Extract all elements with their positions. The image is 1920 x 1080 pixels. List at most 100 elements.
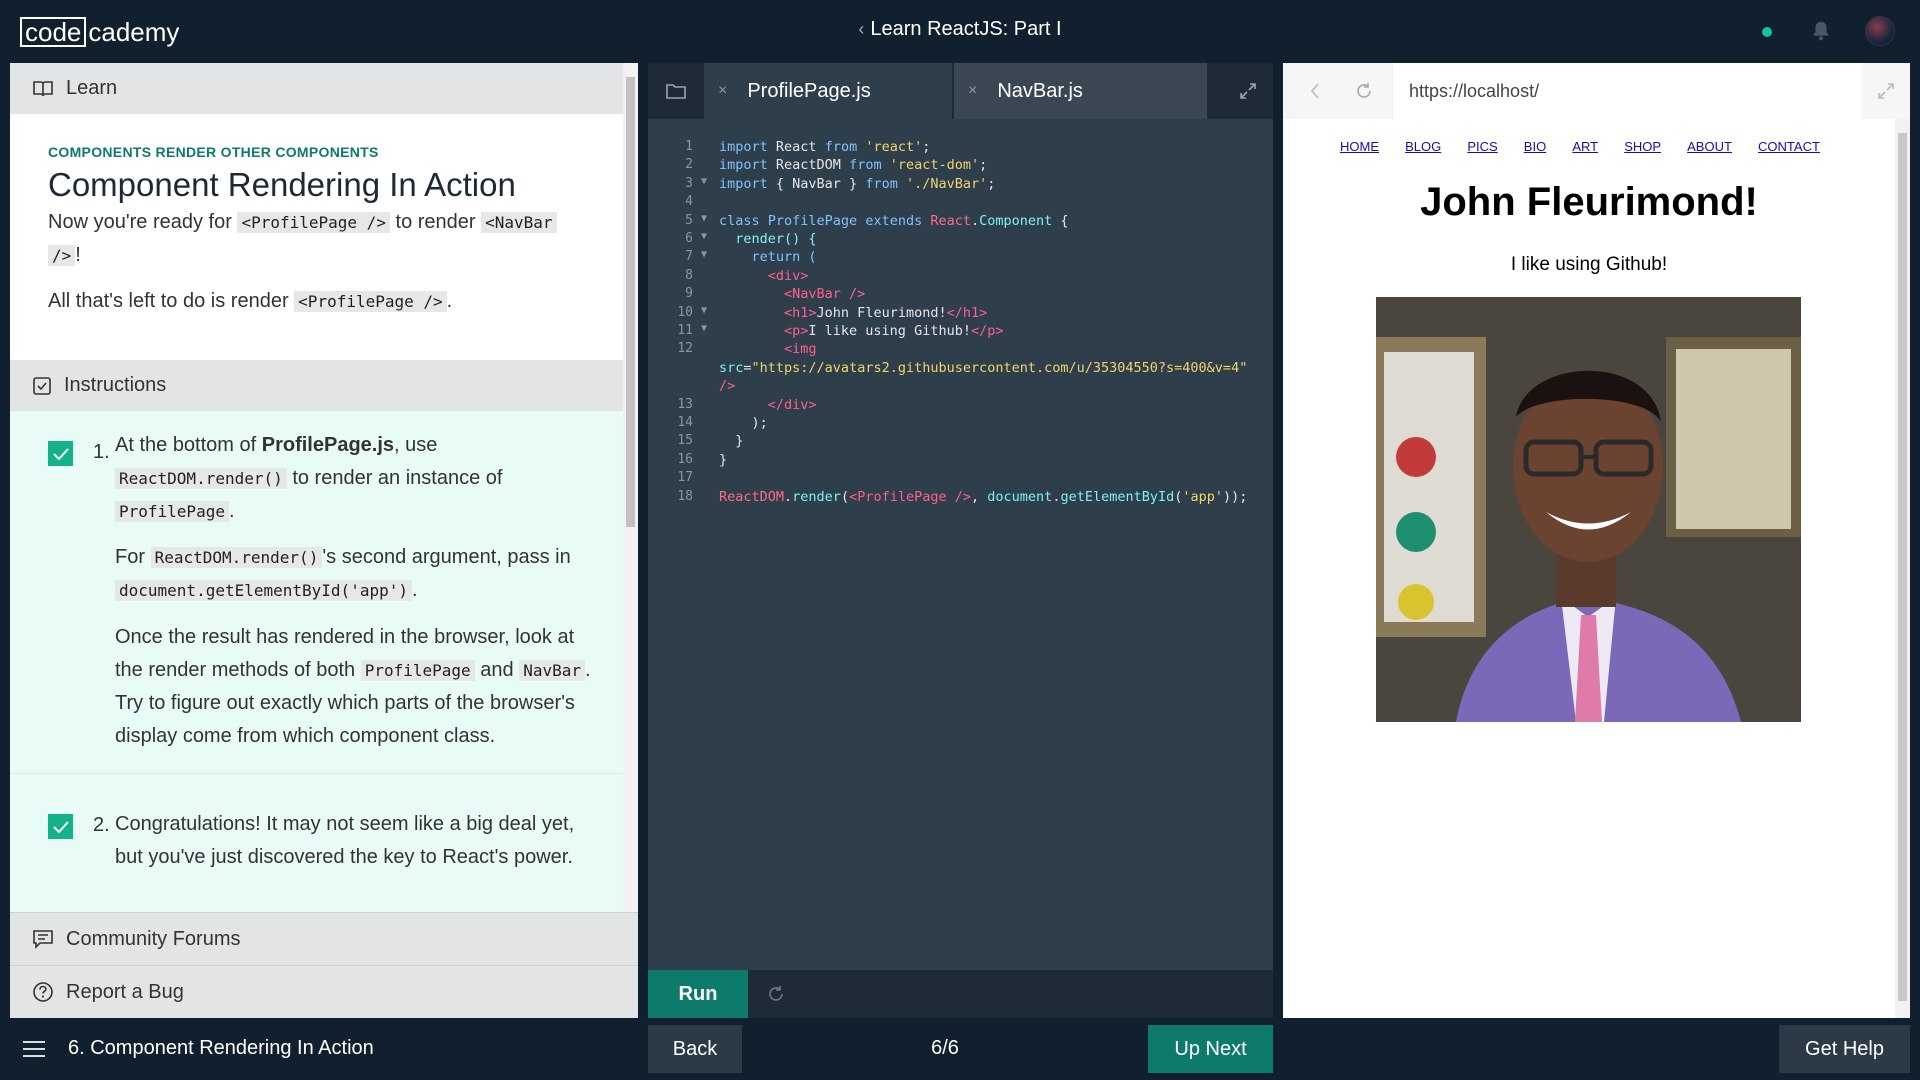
tab-profilepage[interactable]: × ProfilePage.js bbox=[704, 63, 952, 119]
divider bbox=[10, 773, 623, 774]
nav-link-blog[interactable]: BLOG bbox=[1405, 139, 1441, 154]
expand-icon[interactable] bbox=[1876, 81, 1896, 101]
jsx-attribute: src bbox=[719, 359, 744, 376]
line-number: 6 bbox=[685, 231, 693, 246]
keyword: from bbox=[824, 139, 858, 155]
run-bar: Run bbox=[648, 970, 1273, 1018]
jsx-text: John Fleurimond! bbox=[816, 304, 947, 321]
learn-body: COMPONENTS RENDER OTHER COMPONENTS Compo… bbox=[10, 114, 623, 360]
identifier: getElementById bbox=[1060, 488, 1175, 505]
menu-icon[interactable] bbox=[22, 1040, 46, 1058]
line-number: 17 bbox=[677, 470, 693, 486]
line-number: 4 bbox=[685, 194, 693, 210]
fold-arrow-icon[interactable]: ▼ bbox=[701, 305, 707, 316]
run-button[interactable]: Run bbox=[648, 970, 748, 1018]
line-number: 14 bbox=[677, 415, 693, 430]
text: and bbox=[474, 659, 514, 681]
up-next-button[interactable]: Up Next bbox=[1148, 1025, 1273, 1073]
identifier: React bbox=[922, 212, 971, 229]
get-help-button[interactable]: Get Help bbox=[1779, 1025, 1910, 1073]
text: . bbox=[228, 500, 235, 522]
keyword: from bbox=[849, 157, 882, 174]
text: to render an instance of bbox=[286, 467, 503, 489]
report-bug-link[interactable]: Report a Bug bbox=[10, 965, 638, 1018]
text: . bbox=[446, 290, 453, 312]
code-text: ReactDOM bbox=[767, 157, 850, 174]
inline-code: document.getElementById('app') bbox=[115, 580, 412, 601]
keyword: extends bbox=[865, 212, 923, 229]
nav-link-contact[interactable]: CONTACT bbox=[1758, 139, 1820, 154]
url-field[interactable]: https://localhost/ bbox=[1392, 63, 1862, 119]
learn-section-header[interactable]: Learn bbox=[10, 63, 623, 114]
check-icon[interactable] bbox=[48, 441, 73, 466]
reset-icon[interactable] bbox=[766, 984, 786, 1004]
nav-link-art[interactable]: ART bbox=[1572, 139, 1598, 154]
jsx-text: I like using Github! bbox=[808, 323, 971, 339]
inline-code: ReactDOM.render() bbox=[115, 468, 287, 489]
nav-link-home[interactable]: HOME bbox=[1340, 139, 1379, 154]
checkbox-icon bbox=[33, 376, 51, 395]
code-line: } bbox=[719, 433, 744, 450]
inline-code: <ProfilePage /> bbox=[294, 291, 447, 312]
course-title[interactable]: ‹ Learn ReactJS: Part I bbox=[0, 18, 1920, 41]
forums-label: Community Forums bbox=[66, 927, 241, 950]
course-title-text: Learn ReactJS: Part I bbox=[870, 18, 1062, 40]
fold-arrow-icon[interactable]: ▼ bbox=[701, 176, 707, 187]
community-forums-link[interactable]: Community Forums bbox=[10, 912, 638, 965]
code-line: <img bbox=[719, 341, 817, 358]
lesson-kicker: COMPONENTS RENDER OTHER COMPONENTS bbox=[48, 144, 379, 160]
lesson-panel: Learn COMPONENTS RENDER OTHER COMPONENTS… bbox=[10, 63, 638, 1018]
bottom-bar: 6. Component Rendering In Action Back 6/… bbox=[0, 1018, 1920, 1080]
line-number: 13 bbox=[677, 396, 693, 412]
code-text: ; bbox=[922, 139, 931, 155]
lesson-progress: 6/6 bbox=[931, 1037, 959, 1059]
editor-tab-bar: × ProfilePage.js × NavBar.js bbox=[648, 63, 1273, 119]
code-line: } bbox=[719, 451, 728, 468]
task-1-paragraph-2: For ReactDOM.render()'s second argument,… bbox=[115, 541, 595, 607]
text: . bbox=[411, 579, 418, 601]
line-number: 12 bbox=[677, 341, 693, 357]
code-text: . bbox=[784, 488, 793, 505]
scrollbar-thumb[interactable] bbox=[1898, 133, 1907, 1001]
code-line: /> bbox=[719, 378, 736, 395]
string: 'app' bbox=[1182, 488, 1224, 505]
text: 's second argument, pass in bbox=[322, 546, 571, 568]
back-arrow-icon[interactable] bbox=[1305, 81, 1325, 101]
check-icon[interactable] bbox=[48, 814, 73, 839]
top-bar: code cademy ‹ Learn ReactJS: Part I bbox=[0, 0, 1920, 63]
code-line: import { NavBar } from './NavBar'; bbox=[719, 176, 995, 192]
fold-arrow-icon[interactable]: ▼ bbox=[701, 323, 707, 334]
fold-arrow-icon[interactable]: ▼ bbox=[701, 231, 707, 242]
scrollbar-thumb[interactable] bbox=[626, 77, 635, 527]
lesson-scrollbar[interactable] bbox=[623, 63, 638, 912]
line-number: 1 bbox=[685, 139, 693, 154]
identifier: document bbox=[987, 488, 1053, 505]
instructions-section-header[interactable]: Instructions bbox=[10, 360, 623, 411]
nav-link-about[interactable]: ABOUT bbox=[1687, 139, 1732, 154]
code-text: React bbox=[767, 139, 825, 155]
back-button[interactable]: Back bbox=[648, 1025, 742, 1073]
tab-navbar[interactable]: × NavBar.js bbox=[954, 63, 1207, 119]
preview-scrollbar[interactable] bbox=[1895, 119, 1910, 1018]
nav-link-pics[interactable]: PICS bbox=[1467, 139, 1497, 154]
task-1-paragraph-3: Once the result has rendered in the brow… bbox=[115, 621, 595, 753]
file-browser-button[interactable] bbox=[648, 63, 704, 119]
text: to render bbox=[389, 211, 482, 233]
nav-link-shop[interactable]: SHOP bbox=[1624, 139, 1661, 154]
profile-photo bbox=[1376, 297, 1801, 722]
fold-arrow-icon[interactable]: ▼ bbox=[701, 249, 707, 260]
nav-link-bio[interactable]: BIO bbox=[1524, 139, 1546, 154]
lesson-breadcrumb[interactable]: 6. Component Rendering In Action bbox=[68, 1037, 374, 1060]
text: , use bbox=[394, 434, 438, 456]
jsx-tag: <ProfilePage /> bbox=[849, 488, 972, 505]
close-icon[interactable]: × bbox=[718, 82, 727, 100]
reload-icon[interactable] bbox=[1353, 80, 1375, 102]
identifier: render bbox=[792, 488, 841, 505]
expand-icon[interactable] bbox=[1238, 81, 1258, 101]
book-icon bbox=[33, 80, 53, 96]
close-icon[interactable]: × bbox=[968, 82, 977, 100]
line-number: 8 bbox=[685, 267, 693, 283]
user-avatar[interactable] bbox=[1865, 16, 1895, 46]
fold-arrow-icon[interactable]: ▼ bbox=[701, 213, 707, 224]
bell-icon[interactable] bbox=[1810, 19, 1832, 43]
